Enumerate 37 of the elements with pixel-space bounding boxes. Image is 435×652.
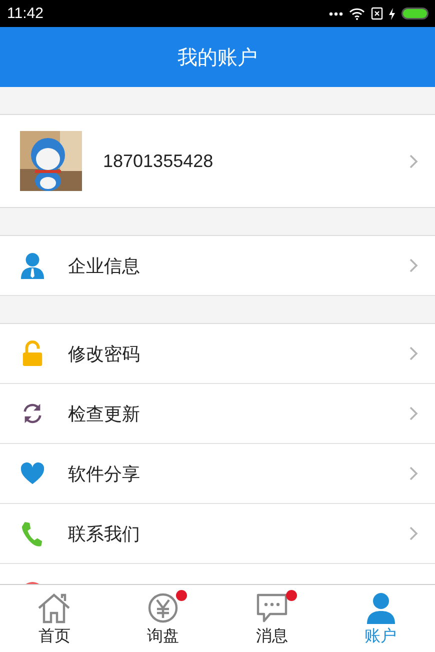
- menu-label: 联系我们: [68, 522, 141, 546]
- menu-item[interactable]: 企业信息: [0, 236, 435, 296]
- chevron-icon: [409, 406, 418, 421]
- chevron-icon: [409, 526, 418, 541]
- no-sim-icon: [371, 7, 383, 20]
- menu-label: 企业信息: [68, 254, 141, 278]
- chevron-icon: [409, 258, 418, 273]
- tab[interactable]: 账户: [326, 585, 435, 652]
- menu-item[interactable]: 联系我们: [0, 504, 435, 564]
- menu-item[interactable]: 修改密码: [0, 324, 435, 384]
- yen-coin-icon: [147, 592, 180, 624]
- heart-icon: [20, 460, 45, 487]
- chevron-icon: [409, 466, 418, 481]
- chat-icon: [254, 592, 289, 624]
- phone-icon: [20, 520, 45, 547]
- home-icon: [36, 592, 72, 624]
- phone-number: 18701355428: [103, 150, 214, 172]
- more-dots-icon: [329, 12, 343, 16]
- user-icon: [366, 592, 396, 624]
- tab[interactable]: 询盘: [108, 585, 218, 652]
- chevron-icon: [409, 346, 418, 361]
- menu-item[interactable]: 检查更新: [0, 384, 435, 444]
- tab[interactable]: 消息: [218, 585, 326, 652]
- battery-icon: [401, 7, 429, 20]
- person-icon: [20, 252, 45, 279]
- menu-label: 检查更新: [68, 402, 141, 426]
- menu-item[interactable]: 软件分享: [0, 444, 435, 504]
- menu-label: 修改密码: [68, 342, 141, 366]
- lock-icon: [20, 340, 45, 367]
- wifi-icon: [349, 8, 365, 20]
- chevron-icon: [409, 154, 418, 168]
- page-title: 我的账户: [178, 44, 258, 70]
- tab[interactable]: 首页: [0, 585, 109, 652]
- charging-icon: [389, 8, 395, 20]
- status-time: 11:42: [7, 5, 44, 22]
- profile-row[interactable]: 18701355428: [0, 115, 435, 208]
- menu-label: 软件分享: [68, 462, 141, 486]
